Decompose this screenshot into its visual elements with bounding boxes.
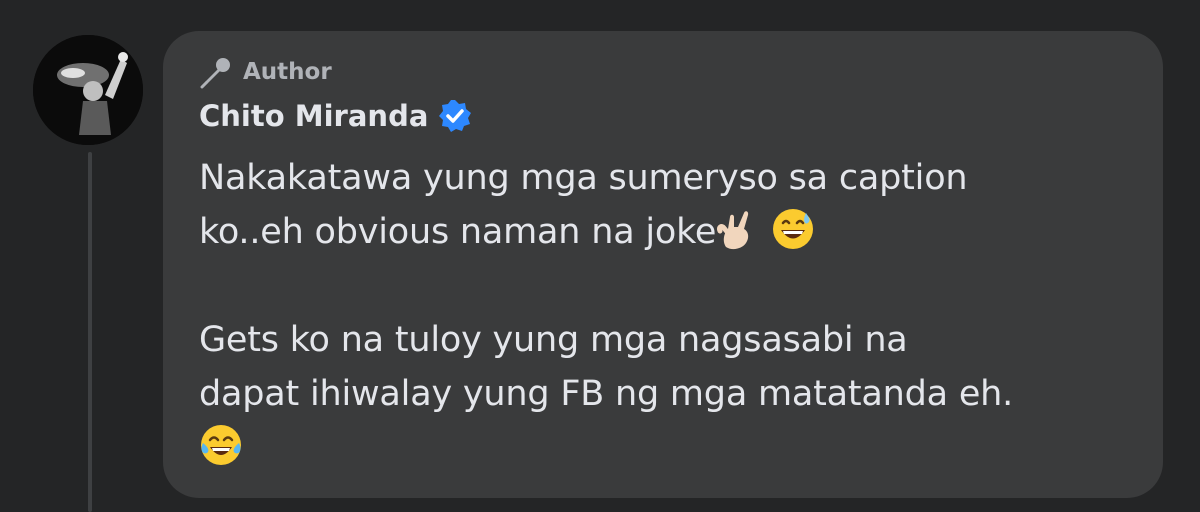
- microphone-icon: [200, 58, 230, 89]
- comment-line-4: dapat ihiwalay yung FB ng mga matatanda …: [199, 374, 1014, 414]
- author-badge: Author: [199, 55, 332, 89]
- comment-line-3: Gets ko na tuloy yung mga nagsasabi na: [199, 320, 908, 360]
- thread-line: [88, 152, 92, 512]
- author-badge-label: Author: [243, 59, 332, 85]
- comment-text: Nakakatawa yung mga sumeryso sa caption …: [199, 151, 1139, 475]
- comment-bubble: Author Chito Miranda Nakakatawa yung mga…: [163, 31, 1163, 498]
- avatar[interactable]: [33, 35, 143, 145]
- comment-line-1: Nakakatawa yung mga sumeryso sa caption: [199, 158, 968, 198]
- author-name[interactable]: Chito Miranda: [199, 99, 428, 133]
- author-name-row: Chito Miranda: [199, 99, 472, 133]
- comment-line-2: ko..eh obvious naman na joke: [199, 212, 717, 252]
- love-you-gesture-emoji-icon: [717, 211, 749, 250]
- grinning-sweat-emoji-icon: [773, 209, 814, 249]
- verified-badge-icon: [439, 100, 472, 132]
- tears-of-joy-emoji-icon: [201, 425, 241, 465]
